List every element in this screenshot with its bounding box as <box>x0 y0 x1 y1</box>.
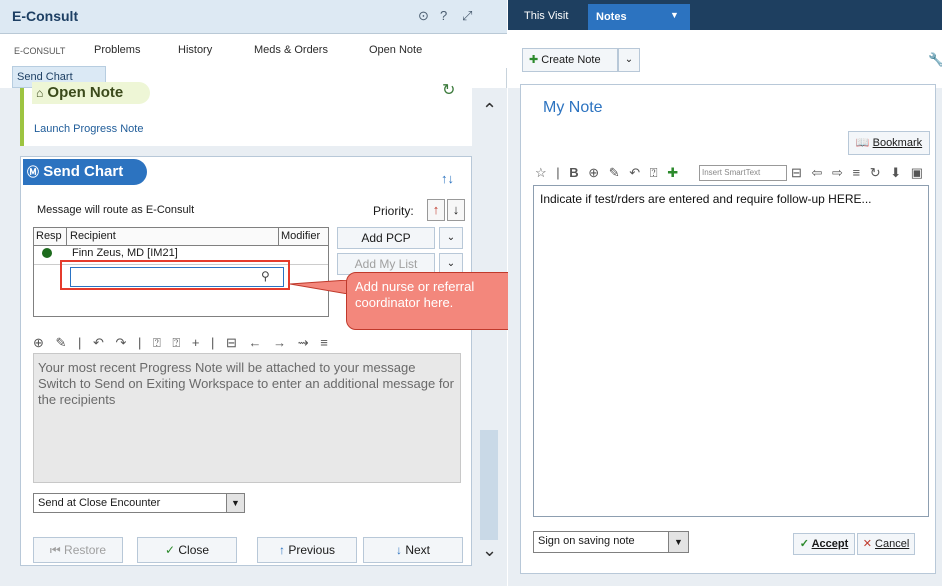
econsult-header: E-Consult ⊙ ? ⤢ <box>0 0 507 34</box>
note-editor-panel: My Note 📖 Bookmark ☆ | B ⊕ ✎ ↶ ⍰ ✚ Inser… <box>520 84 936 574</box>
more-options-icon[interactable]: ⊙ <box>418 8 429 24</box>
chevron-down-icon[interactable]: ⌄ <box>482 540 497 561</box>
close-label: Close <box>178 543 210 557</box>
tab-this-visit[interactable]: This Visit <box>524 10 568 22</box>
help-icon[interactable]: ? <box>440 8 447 23</box>
previous-label: Previous <box>288 543 336 557</box>
recipient-name: Finn Zeus, MD [IM21] <box>72 247 178 259</box>
priority-up-button[interactable]: ↑ <box>427 199 445 221</box>
create-note-button[interactable]: ✚ Create Note <box>522 48 618 72</box>
cancel-label: Cancel <box>875 538 910 550</box>
cancel-button[interactable]: ✕ Cancel <box>857 533 915 555</box>
note-text-editor[interactable]: Indicate if test/rders are entered and r… <box>533 185 929 517</box>
note-icon: ⌂ <box>36 86 44 100</box>
insert-smarttext-input[interactable]: Insert SmartText <box>699 165 787 181</box>
create-note-label: Create Note <box>541 54 601 66</box>
launch-progress-note-link[interactable]: Launch Progress Note <box>34 123 143 135</box>
check-icon: ✓ <box>164 543 176 557</box>
arrow-down-icon: ↓ <box>395 543 402 557</box>
tab-meds-orders[interactable]: Meds & Orders <box>254 44 328 56</box>
tab-notes-label: Notes <box>596 11 627 23</box>
bookmark-button[interactable]: 📖 Bookmark <box>848 131 930 155</box>
send-chart-icon: Ⓜ <box>27 165 40 179</box>
check-icon: ✓ <box>799 538 809 550</box>
callout-pointer <box>290 280 348 294</box>
plus-icon: ✚ <box>529 54 539 66</box>
bookmark-label: Bookmark <box>872 137 923 149</box>
route-text: Message will route as E-Consult <box>37 204 195 216</box>
econsult-title: E-Consult <box>12 8 79 24</box>
previous-button[interactable]: ↑ Previous <box>257 537 357 563</box>
close-button[interactable]: ✓ Close <box>137 537 237 563</box>
note-text: Indicate if test/rders are entered and r… <box>540 192 872 206</box>
callout-note: Add nurse or referral coordinator here. <box>346 272 520 330</box>
message-toolbar[interactable]: ⊕ ✎ | ↶ ↷ | ⍰ ⍰ + | ⊟ ← → ⇝ ≡ <box>33 335 332 351</box>
send-chart-title-text: Send Chart <box>43 163 124 180</box>
add-pcp-dropdown[interactable]: ⌄ <box>439 227 463 249</box>
col-resp: Resp <box>36 230 62 242</box>
tab-notes[interactable]: Notes ▼ <box>588 4 690 30</box>
create-note-dropdown[interactable]: ⌄ <box>618 48 640 72</box>
tab-econsult[interactable]: E-CONSULT <box>14 46 65 56</box>
chevron-down-icon[interactable]: ▼ <box>670 10 679 20</box>
accept-button[interactable]: ✓ Accept <box>793 533 855 555</box>
accept-label: Accept <box>811 538 849 550</box>
tab-open-note[interactable]: Open Note <box>369 44 422 56</box>
open-note-card: ⌂ Open Note Launch Progress Note <box>20 82 472 146</box>
sign-option-value: Sign on saving note <box>538 535 635 547</box>
priority-label: Priority: <box>373 204 414 218</box>
open-note-title: ⌂ Open Note <box>32 82 150 104</box>
tab-problems[interactable]: Problems <box>94 44 140 56</box>
note-title: My Note <box>543 99 603 116</box>
send-chart-title: Ⓜ Send Chart <box>23 159 147 185</box>
chevron-up-icon[interactable]: ⌃ <box>482 100 497 121</box>
tab-history[interactable]: History <box>178 44 212 56</box>
next-button[interactable]: ↓ Next <box>363 537 463 563</box>
next-label: Next <box>405 543 431 557</box>
econsult-tabs: E-CONSULT Problems History Meds & Orders… <box>0 34 507 68</box>
chevron-down-icon[interactable]: ▼ <box>226 494 244 512</box>
sign-option-select[interactable]: Sign on saving note ▼ <box>533 531 689 553</box>
visit-tabs: This Visit Notes ▼ <box>508 0 942 30</box>
callout-text: Add nurse or referral coordinator here. <box>355 279 475 310</box>
restore-button[interactable]: ⏮ Restore <box>33 537 123 563</box>
expand-icon[interactable]: ⤢ <box>462 8 472 24</box>
col-modifier: Modifier <box>281 230 321 242</box>
note-format-toolbar-2[interactable]: ⊟ ⇦ ⇨ ≡ ↻ ⬇ ▣ <box>791 165 926 181</box>
scrollbar[interactable] <box>480 430 498 540</box>
move-up-down-icon[interactable]: ↑↓ <box>441 171 454 186</box>
add-pcp-button[interactable]: Add PCP <box>337 227 435 249</box>
highlight-box <box>60 260 290 290</box>
note-format-toolbar[interactable]: ☆ | B ⊕ ✎ ↶ ⍰ ✚ <box>535 165 681 181</box>
close-icon: ✕ <box>862 538 872 550</box>
book-icon: 📖 <box>855 137 870 149</box>
notes-toolbar: ✚ Create Note ⌄ 🔧 <box>508 30 942 88</box>
restore-label: Restore <box>64 543 107 557</box>
message-text: Your most recent Progress Note will be a… <box>38 360 454 407</box>
recipient-table-header: Resp Recipient Modifier <box>34 228 328 246</box>
responsible-icon[interactable] <box>42 248 52 258</box>
open-note-title-text: Open Note <box>47 84 124 101</box>
send-timing-select[interactable]: Send at Close Encounter ▼ <box>33 493 245 513</box>
notes-panel: This Visit Notes ▼ ✚ Create Note ⌄ 🔧 My … <box>508 0 942 586</box>
send-chart-card: Ⓜ Send Chart ↑↓ Message will route as E-… <box>20 156 472 566</box>
send-timing-value: Send at Close Encounter <box>38 497 161 509</box>
wrench-icon[interactable]: 🔧 <box>928 52 942 68</box>
refresh-icon[interactable]: ↻ <box>442 80 455 100</box>
priority-down-button[interactable]: ↓ <box>447 199 465 221</box>
message-textarea[interactable]: Your most recent Progress Note will be a… <box>33 353 461 483</box>
arrow-up-icon: ↑ <box>278 543 285 557</box>
col-recipient: Recipient <box>70 230 116 242</box>
chevron-down-icon[interactable]: ▼ <box>668 532 688 552</box>
